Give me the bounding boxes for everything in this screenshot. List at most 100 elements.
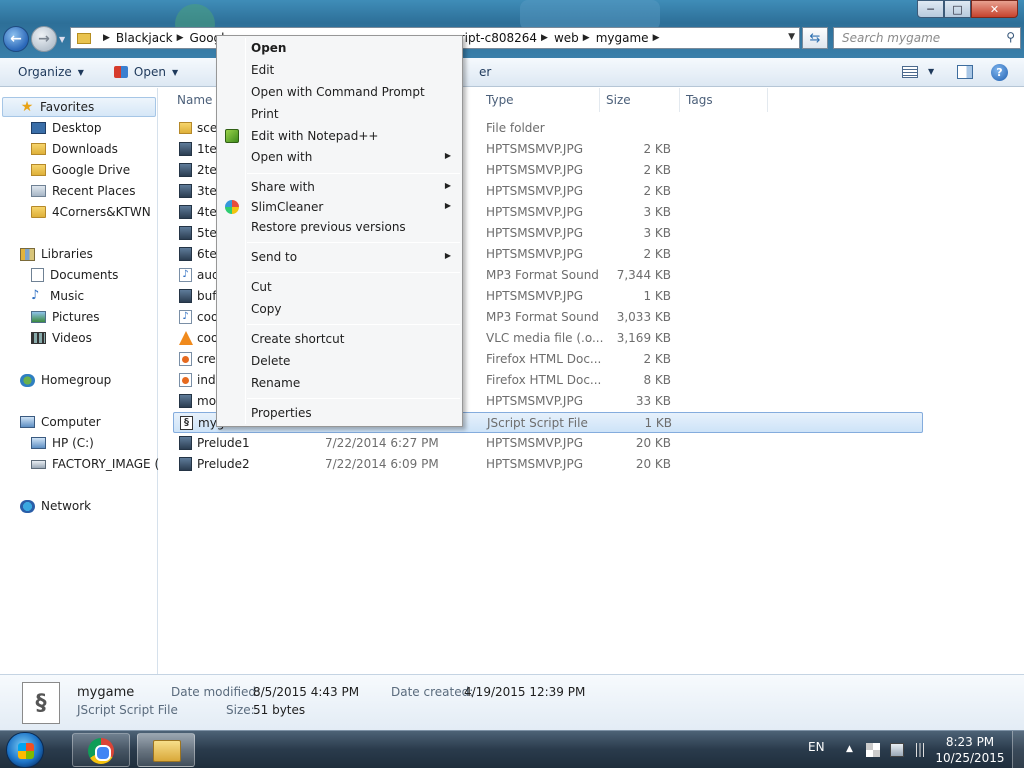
file-type: HPTSMSMVP.JPG	[486, 457, 583, 471]
nav-desktop[interactable]: Desktop	[31, 121, 102, 135]
nav-label: Computer	[41, 415, 101, 429]
column-header-tags[interactable]: Tags	[680, 88, 768, 112]
file-name: mo	[197, 394, 217, 408]
window-controls: ─ □ ✕	[917, 0, 1018, 18]
file-size: 3 KB	[643, 226, 671, 240]
menu-item-create-shortcut[interactable]: Create shortcut	[219, 329, 460, 350]
taskbar-chrome[interactable]	[72, 733, 130, 767]
taskbar: EN ▲ 8:23 PM 10/25/2015	[0, 730, 1024, 768]
menu-separator	[247, 398, 460, 399]
mp3-file-icon: ♪	[179, 268, 192, 282]
breadcrumb-item[interactable]: web	[554, 31, 579, 45]
system-clock[interactable]: 8:23 PM 10/25/2015	[930, 734, 1010, 766]
nav-google-drive[interactable]: Google Drive	[31, 163, 130, 177]
chevron-right-icon[interactable]: ▶	[103, 33, 110, 43]
nav-4corners[interactable]: 4Corners&KTWN	[31, 205, 151, 219]
help-icon[interactable]: ?	[991, 64, 1008, 81]
power-icon[interactable]	[890, 743, 904, 757]
open-button[interactable]: Open ▼	[113, 65, 178, 79]
chevron-right-icon[interactable]: ▶	[541, 33, 548, 43]
burn-button[interactable]: er	[479, 65, 491, 79]
refresh-button[interactable]: ⇆	[802, 27, 828, 49]
jpg-file-icon	[179, 205, 192, 219]
chevron-right-icon[interactable]: ▶	[653, 33, 660, 43]
arrow-right-icon: →	[38, 31, 50, 47]
network-signal-icon[interactable]	[913, 743, 927, 757]
nav-pictures[interactable]: Pictures	[31, 310, 100, 324]
nav-libraries[interactable]: Libraries	[20, 247, 93, 261]
chevron-right-icon[interactable]: ▶	[177, 33, 184, 43]
arrow-left-icon: ←	[10, 31, 22, 47]
file-name: 4te	[197, 205, 217, 219]
nav-hp-drive[interactable]: HP (C:)	[31, 436, 94, 450]
recent-pages-dropdown[interactable]: ▼	[59, 35, 65, 44]
jscript-file-icon: §	[22, 682, 60, 724]
nav-label: HP (C:)	[52, 436, 94, 450]
nav-network[interactable]: Network	[20, 499, 91, 513]
menu-item-print[interactable]: Print	[219, 104, 460, 125]
preview-pane-icon[interactable]	[957, 65, 973, 79]
menu-item-restore-previous-versions[interactable]: Restore previous versions	[219, 217, 460, 238]
nav-favorites[interactable]: ★ Favorites	[20, 100, 95, 114]
file-name: sce	[197, 121, 218, 135]
file-size: 2 KB	[643, 142, 671, 156]
menu-item-copy[interactable]: Copy	[219, 299, 460, 320]
nav-recent-places[interactable]: Recent Places	[31, 184, 135, 198]
nav-videos[interactable]: Videos	[31, 331, 92, 345]
menu-item-edit[interactable]: Edit	[219, 60, 460, 81]
file-size: 3,033 KB	[616, 310, 671, 324]
file-row[interactable]: Prelude2 7/22/2014 6:09 PM HPTSMSMVP.JPG 20…	[173, 454, 923, 475]
open-app-icon	[113, 66, 128, 78]
title-bar: ─ □ ✕ ← → ▼ ▶ Blackjack ▶ Googl escript-…	[0, 0, 1024, 58]
language-indicator[interactable]: EN	[808, 740, 825, 768]
show-hidden-icons[interactable]: ▲	[846, 744, 860, 758]
search-input[interactable]: Search mygame ⚲	[833, 27, 1021, 49]
menu-item-edit-notepad-plus-plus[interactable]: Edit with Notepad++	[219, 126, 460, 147]
breadcrumb-item[interactable]: Blackjack	[116, 31, 173, 45]
nav-factory-image[interactable]: FACTORY_IMAGE (D	[31, 457, 168, 471]
menu-item-send-to[interactable]: Send to ▶	[219, 247, 460, 268]
forward-button[interactable]: →	[31, 26, 57, 52]
change-view-icon[interactable]	[902, 66, 918, 78]
taskbar-explorer[interactable]	[137, 733, 195, 767]
network-icon	[20, 499, 35, 513]
search-icon[interactable]: ⚲	[1006, 30, 1015, 44]
start-button[interactable]	[6, 732, 44, 768]
nav-documents[interactable]: Documents	[31, 268, 118, 282]
menu-item-rename[interactable]: Rename	[219, 373, 460, 394]
jpg-file-icon	[179, 394, 192, 408]
close-button[interactable]: ✕	[971, 0, 1018, 18]
menu-item-slimcleaner[interactable]: SlimCleaner ▶	[219, 197, 460, 218]
nav-homegroup[interactable]: Homegroup	[20, 373, 111, 387]
action-center-flag-icon[interactable]	[866, 743, 880, 757]
menu-label: Cut	[251, 280, 272, 294]
view-dropdown-icon[interactable]: ▼	[928, 67, 934, 76]
nav-label: Documents	[50, 268, 119, 282]
menu-item-delete[interactable]: Delete	[219, 351, 460, 372]
menu-item-open[interactable]: Open	[219, 38, 460, 59]
js-file-icon: §	[180, 416, 193, 430]
nav-music[interactable]: ♪ Music	[31, 289, 85, 304]
menu-item-open-command-prompt[interactable]: Open with Command Prompt	[219, 82, 460, 103]
address-dropdown-icon[interactable]: ▼	[788, 32, 795, 42]
breadcrumb-item[interactable]: mygame	[596, 31, 649, 45]
column-header-size[interactable]: Size	[600, 88, 680, 112]
show-desktop-button[interactable]	[1012, 731, 1024, 768]
maximize-button[interactable]: □	[944, 0, 971, 18]
menu-item-open-with[interactable]: Open with ▶	[219, 147, 460, 168]
nav-label: Music	[50, 289, 85, 303]
jpg-file-icon	[179, 247, 192, 261]
minimize-button[interactable]: ─	[917, 0, 944, 18]
nav-label: Pictures	[52, 310, 100, 324]
back-button[interactable]: ←	[3, 26, 29, 52]
chevron-down-icon[interactable]: ▼	[172, 68, 178, 77]
menu-item-properties[interactable]: Properties	[219, 403, 460, 424]
nav-computer[interactable]: Computer	[20, 415, 101, 429]
menu-item-share-with[interactable]: Share with ▶	[219, 177, 460, 198]
nav-downloads[interactable]: Downloads	[31, 142, 118, 156]
file-row[interactable]: Prelude1 7/22/2014 6:27 PM HPTSMSMVP.JPG 20…	[173, 433, 923, 454]
menu-item-cut[interactable]: Cut	[219, 277, 460, 298]
column-header-type[interactable]: Type	[480, 88, 600, 112]
chevron-right-icon[interactable]: ▶	[583, 33, 590, 43]
organize-button[interactable]: Organize ▼	[18, 65, 84, 79]
